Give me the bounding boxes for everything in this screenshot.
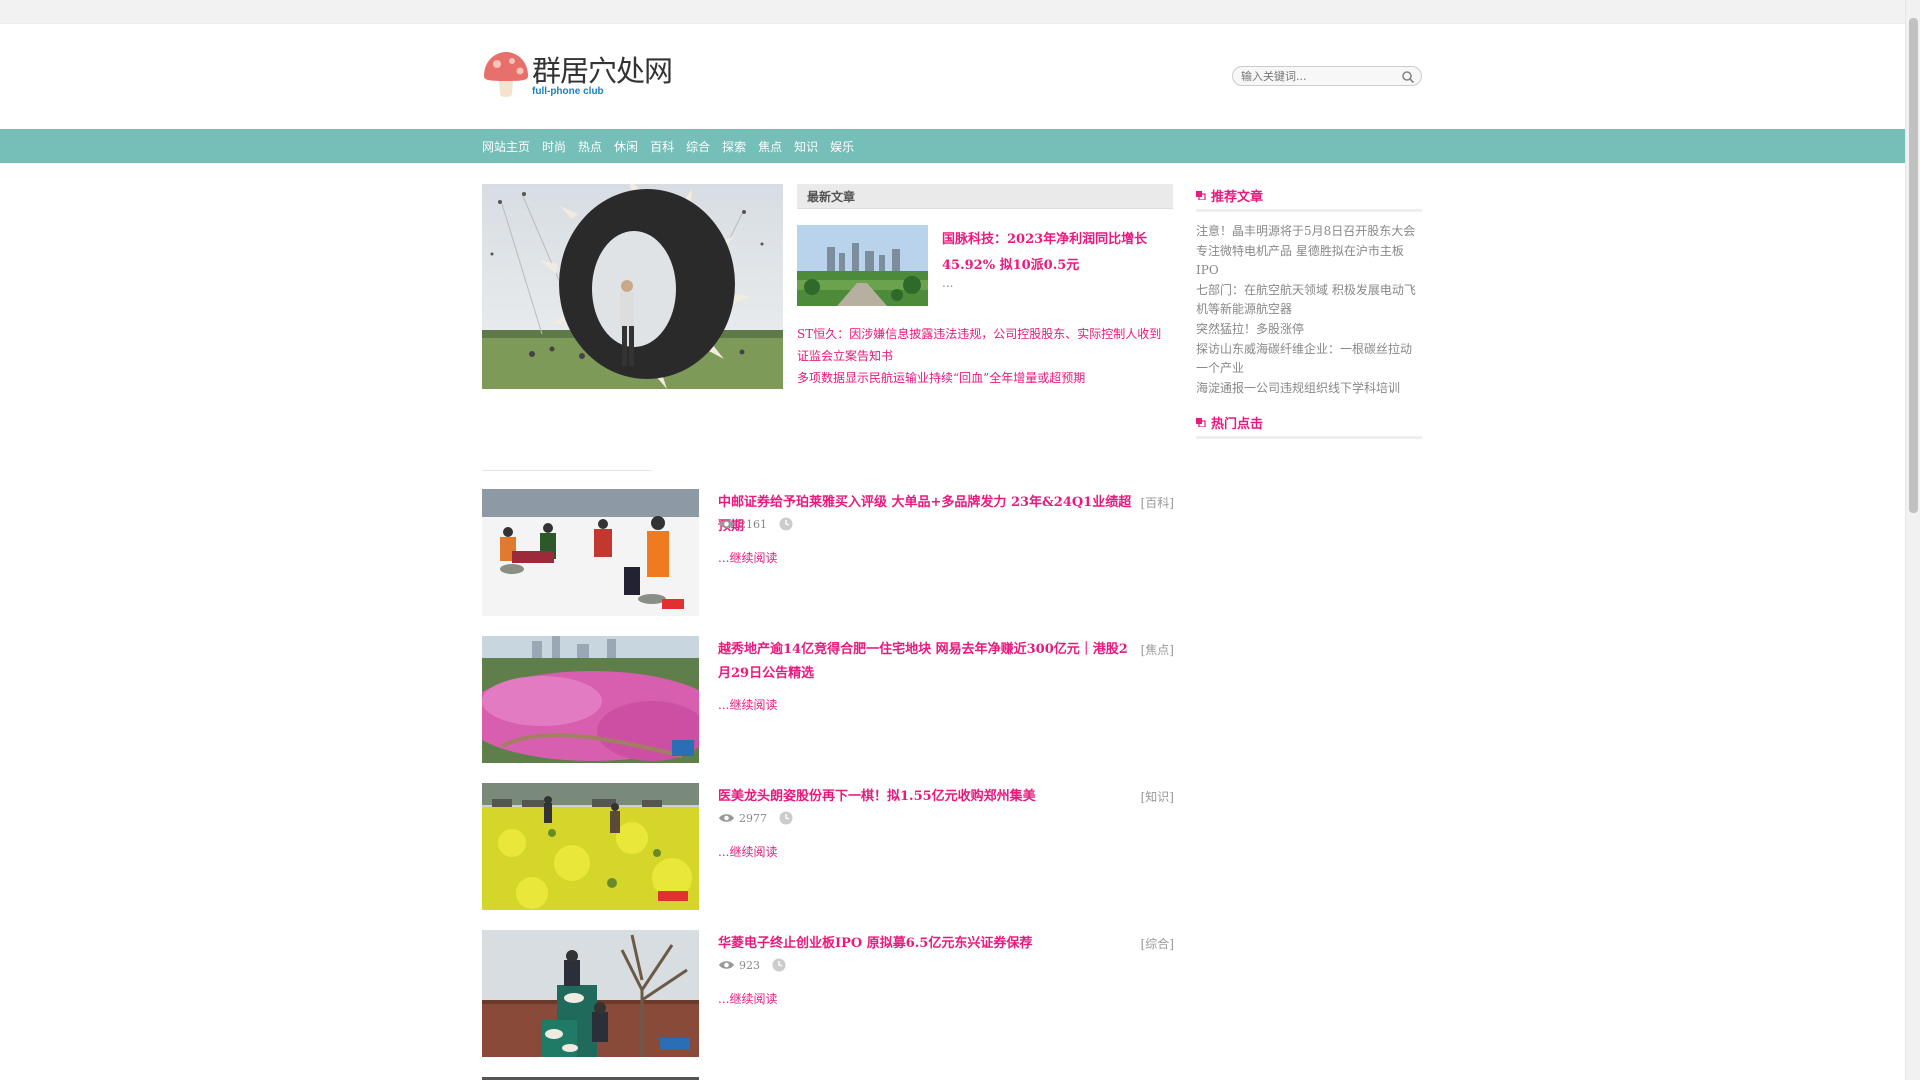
article-item: 越秀地产逾14亿竞得合肥一住宅地块 网易去年净赚近300亿元｜港股2月29日公告… — [482, 636, 1174, 763]
article-meta: 2161 — [718, 516, 793, 532]
latest-top-thumbnail[interactable] — [797, 225, 928, 306]
latest-top-title[interactable]: 国脉科技：2023年净利润同比增长45.92% 拟10派0.5元 — [942, 227, 1172, 279]
recommend-list: 注意！晶丰明源将于5月8日召开股东大会 专注微特电机产品 星德胜拟在沪市主板IP… — [1196, 212, 1422, 411]
article-meta: 923 — [718, 957, 786, 973]
clock-icon — [779, 517, 793, 531]
latest-heading: 最新文章 — [797, 184, 1173, 209]
article-category[interactable]: [知识] — [1141, 785, 1174, 809]
article-meta: 2977 — [718, 810, 793, 826]
read-more-link[interactable]: ...继续阅读 — [718, 843, 777, 860]
view-count: 923 — [739, 958, 760, 972]
recommend-title: 推荐文章 — [1211, 190, 1264, 205]
view-count: 2161 — [739, 517, 767, 531]
latest-link[interactable]: ST恒久：因涉嫌信息披露违法违规，公司控股股东、实际控制人收到证监会立案告知书 — [797, 323, 1173, 367]
article-image[interactable] — [482, 489, 699, 616]
page-scrollbar[interactable] — [1905, 0, 1920, 1080]
article-image[interactable] — [482, 783, 699, 910]
read-more-link[interactable]: ...继续阅读 — [718, 696, 777, 713]
nav-item-hot[interactable]: 热点 — [578, 138, 602, 155]
latest-top-item: 国脉科技：2023年净利润同比增长45.92% 拟10派0.5元 ... — [797, 225, 1173, 320]
article-category[interactable]: [综合] — [1141, 932, 1174, 956]
latest-links: ST恒久：因涉嫌信息披露违法违规，公司控股股东、实际控制人收到证监会立案告知书 … — [797, 323, 1173, 389]
nav-item-fashion[interactable]: 时尚 — [542, 138, 566, 155]
nav-item-leisure[interactable]: 休闲 — [614, 138, 638, 155]
clock-icon — [772, 958, 786, 972]
bullet-icon — [1196, 191, 1206, 200]
latest-top-desc: ... — [942, 276, 954, 290]
recommend-item[interactable]: 专注微特电机产品 星德胜拟在沪市主板IPO — [1196, 242, 1422, 280]
recommend-item[interactable]: 七部门：在航空航天领域 积极发展电动飞机等新能源航空器 — [1196, 281, 1422, 319]
article-category[interactable]: [百科] — [1141, 491, 1174, 515]
recommend-heading: 推荐文章 — [1196, 184, 1422, 212]
article-item: 医美龙头朗姿股份再下一棋！拟1.55亿元收购郑州集美 [知识] 2977 ...… — [482, 783, 1174, 910]
nav-item-general[interactable]: 综合 — [686, 138, 710, 155]
article-title[interactable]: 医美龙头朗姿股份再下一棋！拟1.55亿元收购郑州集美 — [718, 785, 1138, 809]
article-item: 中邮证券给予珀莱雅买入评级 大单品+多品牌发力 23年&24Q1业绩超预期 [百… — [482, 489, 1174, 616]
bullet-icon — [1196, 418, 1206, 427]
article-category[interactable]: [焦点] — [1141, 638, 1174, 662]
read-more-link[interactable]: ...继续阅读 — [718, 990, 777, 1007]
view-count: 2977 — [739, 811, 767, 825]
top-bar — [0, 0, 1905, 24]
recommend-item[interactable]: 海淀通报一公司违规组织线下学科培训 — [1196, 379, 1422, 398]
section-divider — [482, 470, 652, 471]
scrollbar-thumb[interactable] — [1909, 18, 1918, 513]
clock-icon — [779, 811, 793, 825]
site-name: 群居穴处网 — [532, 54, 673, 88]
hot-title: 热门点击 — [1211, 417, 1264, 432]
eye-icon — [719, 961, 734, 969]
eye-icon — [719, 814, 734, 822]
article-image[interactable] — [482, 636, 699, 763]
site-logo[interactable]: 群居穴处网 full-phone club — [482, 46, 673, 102]
nav-item-knowledge[interactable]: 知识 — [794, 138, 818, 155]
read-more-link[interactable]: ...继续阅读 — [718, 549, 777, 566]
article-image[interactable] — [482, 930, 699, 1057]
recommend-item[interactable]: 探访山东威海碳纤维企业：一根碳丝拉动一个产业 — [1196, 340, 1422, 378]
nav-item-explore[interactable]: 探索 — [722, 138, 746, 155]
nav-item-focus[interactable]: 焦点 — [758, 138, 782, 155]
featured-image[interactable] — [482, 184, 783, 389]
latest-link[interactable]: 多项数据显示民航运输业持续“回血”全年增量或超预期 — [797, 367, 1173, 389]
search-input[interactable] — [1241, 69, 1401, 84]
main-nav: 网站主页 时尚 热点 休闲 百科 综合 探索 焦点 知识 娱乐 — [0, 129, 1905, 163]
mushroom-logo-icon — [484, 52, 528, 97]
eye-icon — [719, 520, 734, 528]
nav-item-entertainment[interactable]: 娱乐 — [830, 138, 854, 155]
recommend-item[interactable]: 突然猛拉！多股涨停 — [1196, 320, 1422, 339]
article-title[interactable]: 华菱电子终止创业板IPO 原拟募6.5亿元东兴证券保荐 — [718, 932, 1138, 956]
nav-item-encyclopedia[interactable]: 百科 — [650, 138, 674, 155]
nav-item-home[interactable]: 网站主页 — [482, 138, 530, 155]
search-icon[interactable] — [1401, 70, 1415, 84]
sidebar: 推荐文章 注意！晶丰明源将于5月8日召开股东大会 专注微特电机产品 星德胜拟在沪… — [1196, 184, 1422, 439]
recommend-item[interactable]: 注意！晶丰明源将于5月8日召开股东大会 — [1196, 222, 1422, 241]
latest-articles: 最新文章 国脉科技：2023年净利润同比增长45.92% 拟10派0.5元 ..… — [797, 184, 1173, 389]
search-box — [1232, 66, 1422, 86]
site-subtitle: full-phone club — [532, 86, 604, 97]
article-item: 华菱电子终止创业板IPO 原拟募6.5亿元东兴证券保荐 [综合] 923 ...… — [482, 930, 1174, 1057]
hot-heading: 热门点击 — [1196, 411, 1422, 439]
article-title[interactable]: 越秀地产逾14亿竞得合肥一住宅地块 网易去年净赚近300亿元｜港股2月29日公告… — [718, 638, 1138, 686]
